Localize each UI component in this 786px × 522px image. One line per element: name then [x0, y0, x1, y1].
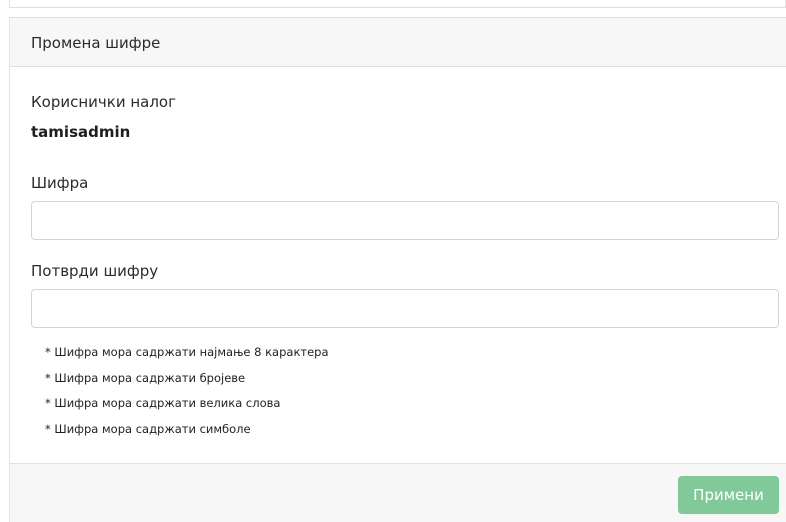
- card-title: Промена шифре: [31, 34, 161, 52]
- password-label: Шифра: [31, 174, 89, 192]
- requirement-min-length: * Шифра мора садржати најмање 8 карактер…: [45, 345, 329, 359]
- requirement-digits: * Шифра мора садржати бројеве: [45, 370, 246, 385]
- change-password-card: Промена шифре Кориснички налог tamisadmi…: [9, 17, 786, 522]
- requirement-symbols: * Шифра мора садржати симболе: [45, 421, 251, 436]
- card-header: Промена шифре: [10, 17, 786, 67]
- confirm-password-input[interactable]: [31, 289, 779, 328]
- password-input[interactable]: [31, 201, 779, 240]
- card-footer: Примени: [10, 463, 786, 522]
- previous-card-edge: [9, 0, 786, 8]
- confirm-password-label: Потврди шифру: [31, 262, 159, 280]
- password-requirements-list: * Шифра мора садржати најмање 8 карактер…: [45, 346, 329, 448]
- apply-button[interactable]: Примени: [678, 476, 779, 514]
- requirement-uppercase: * Шифра мора садржати велика слова: [45, 396, 281, 410]
- username-value: tamisadmin: [31, 123, 131, 141]
- account-label: Кориснички налог: [31, 93, 176, 111]
